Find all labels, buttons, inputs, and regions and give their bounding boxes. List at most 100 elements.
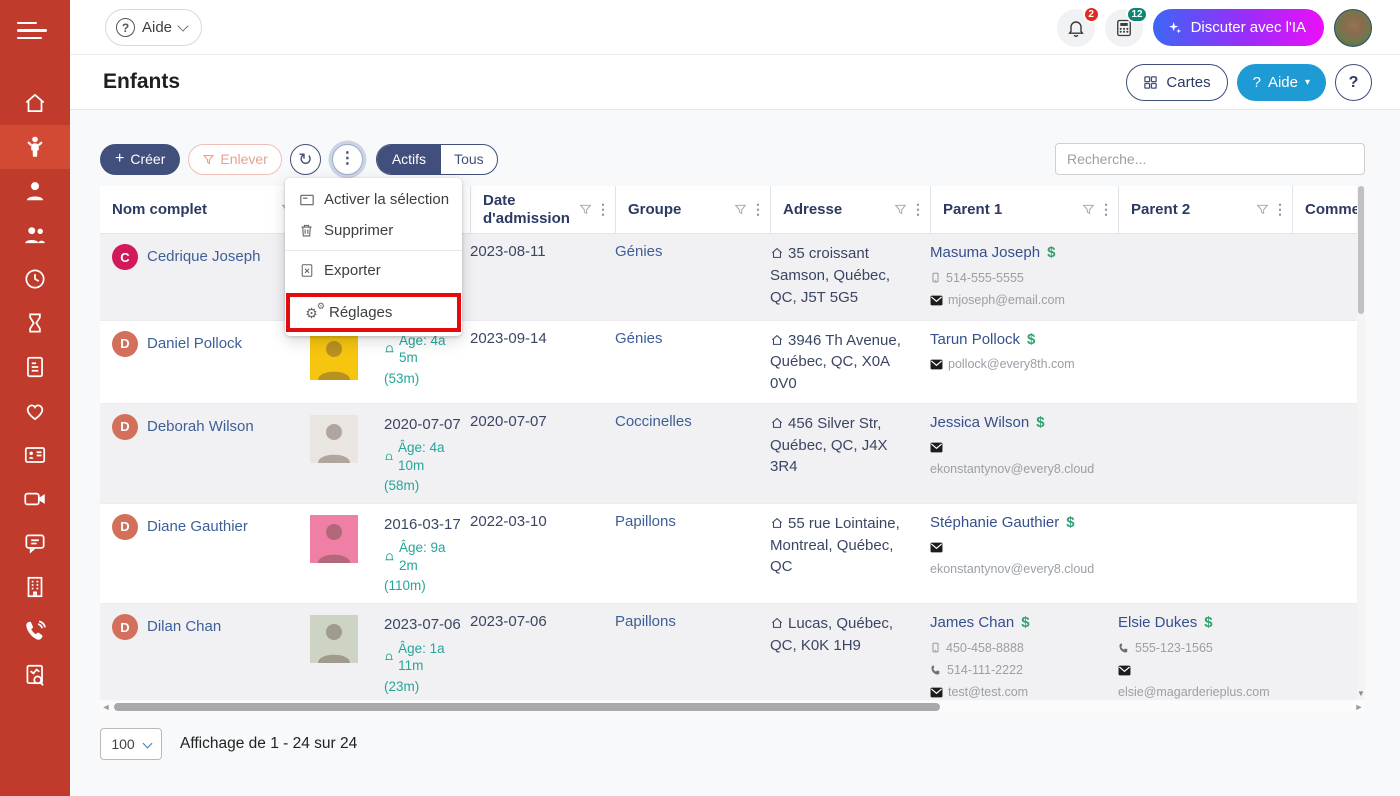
sidebar-item-reports[interactable]: [0, 653, 70, 697]
column-menu-icon[interactable]: ⋮: [1099, 201, 1113, 217]
group-link[interactable]: Papillons: [615, 613, 676, 630]
chat-ai-button[interactable]: Discuter avec l'IA: [1153, 9, 1324, 46]
notifications-button[interactable]: 2: [1057, 9, 1095, 47]
column-header-admission[interactable]: Date d'admission ⋮: [470, 186, 615, 233]
sidebar-item-messages[interactable]: [0, 521, 70, 565]
child-photo[interactable]: [310, 615, 358, 663]
parent-name-link[interactable]: Stéphanie Gauthier: [930, 514, 1059, 531]
filter-icon[interactable]: [733, 202, 748, 217]
remove-button[interactable]: Enlever: [188, 144, 281, 175]
column-header-address[interactable]: Adresse ⋮: [770, 186, 930, 233]
child-photo[interactable]: [310, 515, 358, 563]
child-name-link[interactable]: Dilan Chan: [147, 618, 221, 635]
parent-name-link[interactable]: Masuma Joseph: [930, 244, 1040, 261]
parent-name-link[interactable]: Tarun Pollock: [930, 331, 1020, 348]
address-cell: 456 Silver Str, Québec, QC, J4X 3R4: [770, 404, 930, 503]
sidebar-item-waitlist[interactable]: [0, 301, 70, 345]
child-photo[interactable]: [310, 332, 358, 380]
column-header-parent2[interactable]: Parent 2 ⋮: [1118, 186, 1292, 233]
age-line: Âge: 9a 2m: [384, 539, 462, 574]
contact-line: test@test.com: [930, 682, 1110, 700]
menu-item-activate-selection[interactable]: Activer la sélection: [285, 184, 462, 215]
filter-icon[interactable]: [578, 202, 593, 217]
column-header-parent1[interactable]: Parent 1 ⋮: [930, 186, 1118, 233]
page-help-button[interactable]: ? Aide ▾: [1237, 64, 1326, 101]
admission-date: 2022-03-10: [470, 504, 615, 603]
status-filter-toggle: Actifs Tous: [376, 144, 498, 175]
age-months: (23m): [384, 678, 462, 696]
column-header-name[interactable]: Nom complet: [100, 186, 300, 233]
column-header-group[interactable]: Groupe ⋮: [615, 186, 770, 233]
parent-name-link[interactable]: James Chan: [930, 614, 1014, 631]
create-button[interactable]: +Créer: [100, 144, 180, 175]
horizontal-scrollbar[interactable]: ◄ ►: [100, 701, 1365, 712]
billing-inbox-button[interactable]: 12: [1105, 9, 1143, 47]
table-row[interactable]: D Deborah Wilson 2020-07-07 Âge: 4a 10m …: [100, 404, 1365, 504]
sidebar-item-billing[interactable]: [0, 345, 70, 389]
group-link[interactable]: Génies: [615, 330, 663, 347]
filter-tous-tab[interactable]: Tous: [441, 145, 497, 174]
scroll-down-arrow[interactable]: ▼: [1357, 689, 1365, 698]
sidebar-item-contacts[interactable]: [0, 433, 70, 477]
sidebar-item-cameras[interactable]: [0, 477, 70, 521]
child-name-link[interactable]: Daniel Pollock: [147, 335, 242, 352]
sidebar-item-families[interactable]: [0, 213, 70, 257]
billing-dollar-icon[interactable]: $: [1021, 614, 1029, 631]
scrollbar-thumb[interactable]: [1358, 186, 1364, 314]
column-menu-icon[interactable]: ⋮: [596, 201, 610, 217]
child-name-link[interactable]: Cedrique Joseph: [147, 248, 260, 265]
sidebar-item-calls[interactable]: [0, 609, 70, 653]
refresh-button[interactable]: ↻: [290, 144, 321, 175]
column-menu-icon[interactable]: ⋮: [751, 201, 765, 217]
parent-name-link[interactable]: Jessica Wilson: [930, 414, 1029, 431]
column-menu-icon[interactable]: ⋮: [1273, 201, 1287, 217]
child-photo[interactable]: [310, 415, 358, 463]
billing-dollar-icon[interactable]: $: [1027, 331, 1035, 348]
menu-item-settings[interactable]: ⚙⚙ Réglages: [290, 297, 457, 328]
home-icon: [770, 515, 788, 532]
sidebar-item-home[interactable]: [0, 81, 70, 125]
filter-icon[interactable]: [1081, 202, 1096, 217]
more-actions-button[interactable]: ⋮: [332, 144, 363, 175]
billing-dollar-icon[interactable]: $: [1204, 614, 1212, 631]
column-menu-icon[interactable]: ⋮: [911, 201, 925, 217]
page-size-select[interactable]: 100: [100, 728, 162, 760]
menu-item-export[interactable]: Exporter: [285, 255, 462, 286]
parent-name-link[interactable]: Elsie Dukes: [1118, 614, 1197, 631]
scroll-left-arrow[interactable]: ◄: [100, 702, 112, 712]
child-name-link[interactable]: Deborah Wilson: [147, 418, 254, 435]
menu-item-delete[interactable]: Supprimer: [285, 215, 462, 246]
billing-dollar-icon[interactable]: $: [1047, 244, 1055, 261]
table-row[interactable]: D Diane Gauthier 2016-03-17 Âge: 9a 2m (…: [100, 504, 1365, 604]
sidebar-item-attendance[interactable]: [0, 257, 70, 301]
parent2-cell: [1118, 234, 1292, 320]
billing-dollar-icon[interactable]: $: [1066, 514, 1074, 531]
sidebar-item-daycare[interactable]: [0, 565, 70, 609]
child-name-link[interactable]: Diane Gauthier: [147, 518, 248, 535]
pagination-info: Affichage de 1 - 24 sur 24: [180, 735, 357, 753]
sidebar-item-staff[interactable]: [0, 169, 70, 213]
menu-toggle-button[interactable]: [17, 20, 53, 46]
user-avatar[interactable]: [1334, 9, 1372, 47]
cards-view-button[interactable]: Cartes: [1126, 64, 1227, 101]
search-input[interactable]: [1055, 143, 1365, 175]
annotation-highlight-box: ⚙⚙ Réglages: [286, 293, 461, 332]
table-row[interactable]: D Dilan Chan 2023-07-06 Âge: 1a 11m (23m…: [100, 604, 1365, 700]
column-header-comments[interactable]: Commenta: [1292, 186, 1365, 233]
group-link[interactable]: Coccinelles: [615, 413, 692, 430]
filter-icon[interactable]: [893, 202, 908, 217]
billing-dollar-icon[interactable]: $: [1036, 414, 1044, 431]
group-link[interactable]: Génies: [615, 243, 663, 260]
filter-actifs-tab[interactable]: Actifs: [377, 145, 441, 174]
help-circle-button[interactable]: ?: [1335, 64, 1372, 101]
sidebar-item-children[interactable]: [0, 125, 70, 169]
vertical-scrollbar[interactable]: ▼: [1357, 186, 1365, 700]
scrollbar-thumb[interactable]: [114, 703, 940, 711]
sidebar-item-health[interactable]: [0, 389, 70, 433]
topbar-help-button[interactable]: ? Aide: [105, 9, 202, 46]
address-cell: 55 rue Lointaine, Montreal, Québec, QC: [770, 504, 930, 603]
filter-icon[interactable]: [1255, 202, 1270, 217]
sparkle-icon: [1167, 20, 1183, 36]
group-link[interactable]: Papillons: [615, 513, 676, 530]
scroll-right-arrow[interactable]: ►: [1353, 702, 1365, 712]
